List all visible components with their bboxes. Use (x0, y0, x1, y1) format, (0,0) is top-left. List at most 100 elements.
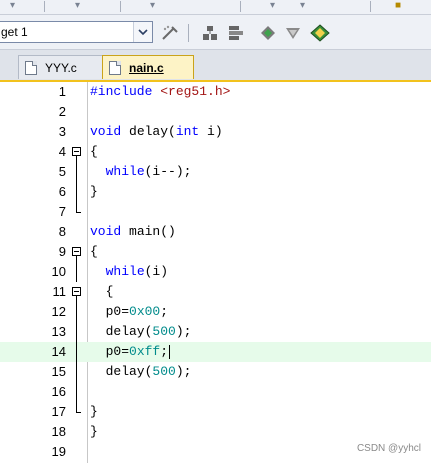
code-text: { (90, 282, 114, 302)
code-line[interactable]: 3 void delay(int i) (0, 122, 431, 142)
code-text: void delay(int i) (90, 122, 223, 142)
code-token: { (90, 144, 98, 159)
line-number: 11 (52, 284, 67, 299)
toolbar-separator (188, 24, 189, 42)
code-line[interactable]: 6} (0, 182, 431, 202)
code-text: } (90, 182, 98, 202)
fold-guide (72, 402, 81, 422)
tab-yyy-c[interactable]: YYY.c (18, 55, 110, 79)
code-text: p0=0xff; (90, 342, 171, 362)
line-number: 13 (51, 324, 66, 339)
line-number: 1 (58, 84, 66, 99)
fold-toggle-icon[interactable] (72, 282, 81, 302)
code-token: main() (129, 224, 176, 239)
code-token: { (90, 284, 114, 299)
toolbar-icon[interactable]: ▾ (75, 1, 85, 11)
toolbar-separator (370, 1, 371, 12)
select-packs-icon[interactable] (310, 24, 330, 42)
code-line[interactable]: 16 (0, 382, 431, 402)
file-extensions-icon[interactable] (200, 24, 220, 42)
target-select[interactable]: get 1 (0, 21, 153, 43)
line-number: 7 (58, 204, 66, 219)
code-token: i) (199, 124, 223, 139)
fold-guide (72, 162, 81, 182)
code-line[interactable]: 5 while(i--); (0, 162, 431, 182)
editor-tabbar: YYY.c nain.c (0, 50, 431, 82)
code-line[interactable]: 7 (0, 202, 431, 222)
code-text: } (90, 402, 98, 422)
tab-nain-c[interactable]: nain.c (102, 55, 194, 79)
code-token: ); (175, 364, 192, 379)
code-token: } (90, 424, 98, 439)
line-number: 10 (51, 264, 66, 279)
document-icon (109, 60, 121, 75)
code-text: { (90, 242, 98, 262)
code-line[interactable]: 12 p0=0x00; (0, 302, 431, 322)
code-token: } (90, 184, 98, 199)
fold-guide (72, 202, 81, 222)
code-line[interactable]: 14 p0=0xff; (0, 342, 431, 362)
toolbar-icon[interactable]: ▾ (300, 1, 310, 11)
build-toolbar: ▾ ▾ ▾ ▾ ▾ ■ (0, 0, 431, 15)
toolbar-separator (120, 1, 121, 12)
code-token: ; (160, 344, 169, 359)
code-token: ; (160, 304, 169, 319)
line-number: 16 (51, 384, 66, 399)
line-number: 14 (51, 344, 66, 359)
code-line[interactable]: 13 delay(500); (0, 322, 431, 342)
code-line[interactable]: 2 (0, 102, 431, 122)
code-token: } (90, 404, 98, 419)
fold-toggle-icon[interactable] (72, 242, 81, 262)
code-text: p0=0x00; (90, 302, 168, 322)
code-line[interactable]: 10 while(i) (0, 262, 431, 282)
toolbar-icon[interactable]: ▾ (10, 1, 20, 11)
code-line[interactable]: 17} (0, 402, 431, 422)
code-line[interactable]: 15 delay(500); (0, 362, 431, 382)
code-token: 500 (152, 324, 176, 339)
line-number: 19 (51, 444, 66, 459)
code-line[interactable]: 18} (0, 422, 431, 442)
tab-label: nain.c (129, 60, 164, 75)
fold-guide (72, 362, 81, 382)
green-diamond-icon[interactable] (258, 24, 278, 42)
code-text: delay(500); (90, 322, 192, 342)
manage-components-icon[interactable] (226, 24, 246, 42)
pack-installer-icon[interactable] (283, 24, 303, 42)
code-token: 500 (152, 364, 176, 379)
fold-guide (72, 262, 81, 282)
code-token: ); (175, 324, 192, 339)
line-number: 2 (58, 104, 66, 119)
code-line[interactable]: 1 #include <reg51.h> (0, 82, 431, 102)
toolbar-icon[interactable]: ▾ (150, 1, 160, 11)
code-line[interactable]: 11 { (0, 282, 431, 302)
line-number: 5 (58, 164, 66, 179)
code-editor[interactable]: 1 #include <reg51.h> 2 3 void delay(int i) 4{… (0, 82, 431, 463)
code-text: while(i--); (90, 162, 192, 182)
code-token: p0= (90, 344, 130, 359)
code-line[interactable]: 8 void main() (0, 222, 431, 242)
fold-toggle-icon[interactable] (72, 142, 81, 162)
toolbar-icon[interactable]: ■ (395, 1, 405, 11)
code-line[interactable]: 9{ (0, 242, 431, 262)
code-token: int (175, 124, 200, 139)
code-line[interactable]: 4{ (0, 142, 431, 162)
fold-guide (72, 382, 81, 402)
line-number: 9 (58, 244, 66, 259)
code-token: p0= (90, 304, 130, 319)
line-number: 6 (58, 184, 66, 199)
line-number: 17 (51, 404, 66, 419)
code-text: } (90, 422, 98, 442)
chevron-down-icon[interactable] (133, 22, 152, 42)
target-options-icon[interactable] (160, 24, 180, 42)
toolbar-icon[interactable]: ▾ (270, 1, 280, 11)
line-number: 18 (51, 424, 66, 439)
tab-label: YYY.c (45, 60, 77, 75)
toolbar-separator (240, 1, 241, 12)
line-number: 4 (58, 144, 66, 159)
code-token: delay( (129, 124, 176, 139)
toolbar-separator (44, 1, 45, 12)
code-token: void (90, 224, 130, 239)
code-token: while (105, 164, 145, 179)
